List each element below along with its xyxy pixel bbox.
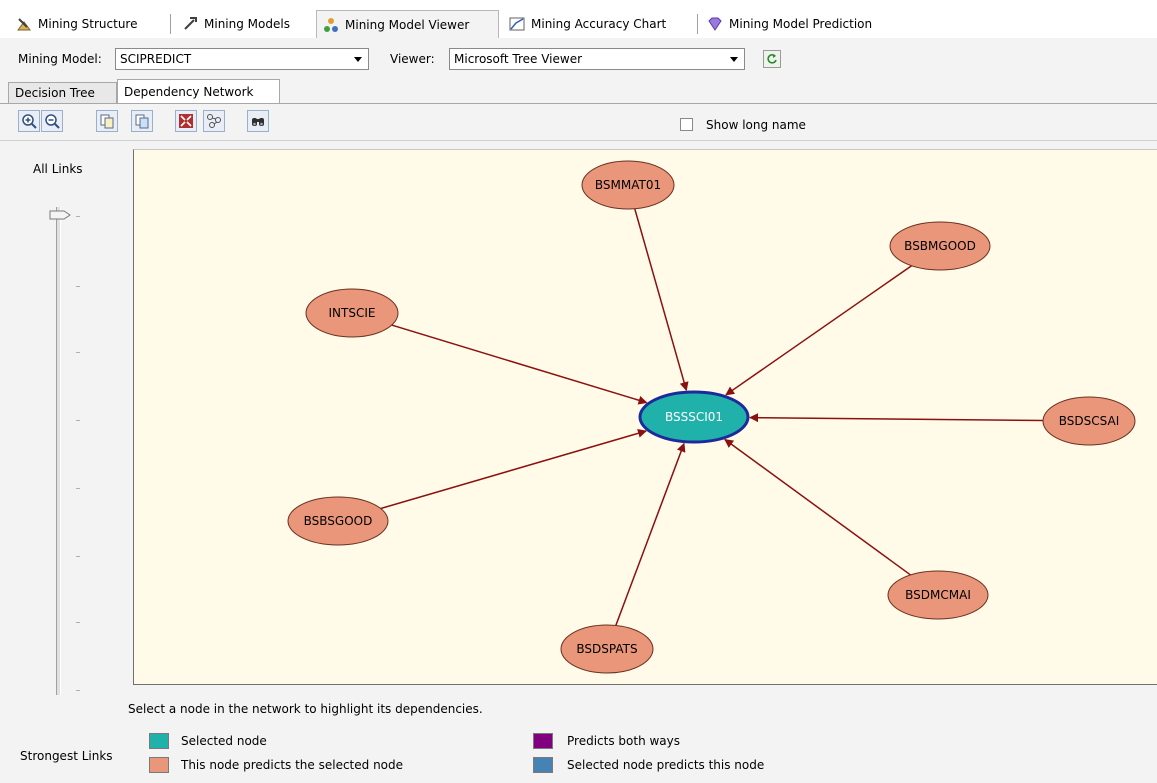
reset-layout-button[interactable] [203,110,225,132]
tab-label: Mining Structure [38,17,138,31]
tab-mining-accuracy-chart[interactable]: Mining Accuracy Chart [503,10,672,38]
designer-tab-bar: Mining Structure Mining Models Mining Mo… [0,0,1157,38]
edge-intscie-to-bsssci01 [391,324,648,405]
refresh-button[interactable] [763,50,781,68]
fit-to-window-button[interactable] [175,110,197,132]
tab-mining-model-viewer[interactable]: Mining Model Viewer [316,10,499,38]
mining-models-icon [184,17,197,30]
network-node-bsdscsai[interactable]: BSDSCSAI [1042,396,1136,446]
copy-graph-view-button[interactable] [131,110,153,132]
network-node-intscie[interactable]: INTSCIE [305,288,399,338]
zoom-in-button[interactable] [18,110,40,132]
edge-bsbmgood-to-bsssci01 [725,265,913,396]
legend-label-predictor: This node predicts the selected node [181,758,404,772]
network-hint-text: Select a node in the network to highligh… [128,702,483,716]
legend-label-predicted: Selected node predicts this node [567,758,765,772]
viewer-value: Microsoft Tree Viewer [454,52,583,66]
refresh-icon [767,54,777,64]
tab-label: Decision Tree [15,86,95,100]
zoom-in-icon [22,114,37,129]
accuracy-chart-icon [509,17,525,31]
edge-bsdspats-to-bsssci01 [615,442,686,626]
viewer-select[interactable]: Microsoft Tree Viewer [449,48,745,70]
mining-structure-icon [17,18,31,31]
chevron-down-icon [730,57,738,62]
legend-label-both-ways: Predicts both ways [567,734,681,748]
tab-mining-model-prediction[interactable]: Mining Model Prediction [701,10,878,38]
reset-layout-icon [207,114,221,128]
strongest-links-label: Strongest Links [20,749,113,763]
node-label: BSBSGOOD [304,514,373,528]
node-label: BSSSCI01 [665,410,723,424]
chevron-down-icon [354,57,362,62]
edge-bsmmat01-to-bsssci01 [634,208,689,392]
legend-label-selected: Selected node [181,734,267,748]
legend-swatch-both-ways [533,733,553,749]
network-node-bsdmcmai[interactable]: BSDMCMAI [887,570,989,620]
node-label: BSDSCSAI [1059,414,1119,428]
viewer-label: Viewer: [390,52,435,66]
show-long-name-checkbox[interactable] [680,118,693,131]
prediction-icon [708,17,722,31]
legend-swatch-predicted [533,757,553,773]
copy-graph-icon [135,114,149,129]
network-node-bsdspats[interactable]: BSDSPATS [560,624,654,674]
mining-model-select[interactable]: SCIPREDICT [115,48,369,70]
tab-label: Mining Accuracy Chart [531,17,667,31]
network-node-bsbmgood[interactable]: BSBMGOOD [889,221,991,271]
node-label: BSDSPATS [576,642,637,656]
network-node-bsssci01[interactable]: BSSSCI01 [638,390,750,444]
links-slider-thumb[interactable] [49,210,71,220]
tab-decision-tree[interactable]: Decision Tree [8,82,117,104]
all-links-label: All Links [33,162,83,176]
tab-mining-models[interactable]: Mining Models [176,10,296,38]
legend-swatch-predictor [149,757,169,773]
legend-swatch-selected [149,733,169,749]
zoom-out-button[interactable] [41,110,63,132]
tab-label: Mining Model Viewer [345,17,470,32]
tab-dependency-network[interactable]: Dependency Network [117,79,280,104]
tab-label: Mining Model Prediction [729,17,873,31]
links-slider-track[interactable] [56,207,61,695]
node-label: BSMMAT01 [595,178,661,192]
copy-button[interactable] [96,110,118,132]
edge-bsbsgood-to-bsssci01 [380,428,647,510]
find-node-button[interactable] [247,110,269,132]
tab-label: Dependency Network [124,85,254,99]
dependency-network-canvas[interactable]: BSSSCI01 BSMMAT01 BSBMGOOD INTSCIE BSDSCSAI B… [133,149,1157,685]
copy-icon [100,114,114,129]
tab-mining-structure[interactable]: Mining Structure [10,10,144,38]
show-long-name-label: Show long name [706,118,806,132]
network-node-bsbsgood[interactable]: BSBSGOOD [287,496,389,546]
node-label: BSDMCMAI [905,588,971,602]
network-node-bsmmat01[interactable]: BSMMAT01 [581,160,675,210]
edge-bsdscsai-to-bsssci01 [749,413,1044,423]
node-label: INTSCIE [329,306,376,320]
find-node-icon [252,118,264,126]
fit-to-window-icon [179,114,193,128]
edge-bsdmcmai-to-bsssci01 [724,438,911,576]
mining-model-value: SCIPREDICT [120,52,192,66]
tab-label: Mining Models [204,17,290,31]
model-viewer-icon [324,17,338,32]
mining-model-label: Mining Model: [18,52,102,66]
zoom-out-icon [45,114,60,129]
node-label: BSBMGOOD [904,239,976,253]
